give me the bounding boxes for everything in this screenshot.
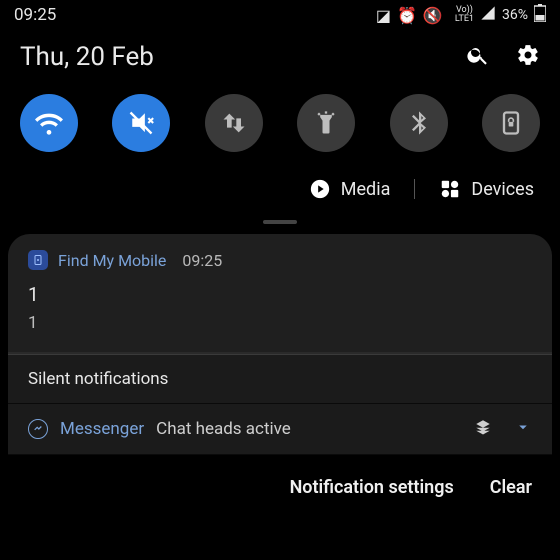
- devices-label: Devices: [471, 179, 534, 200]
- silent-notification-row[interactable]: Messenger Chat heads active: [8, 404, 552, 455]
- qs-wifi[interactable]: [20, 94, 78, 152]
- media-devices-row: Media Devices: [0, 152, 560, 210]
- messenger-icon: [28, 419, 48, 439]
- quick-settings-row: [0, 90, 560, 152]
- qs-portrait-lock[interactable]: [482, 94, 540, 152]
- qs-bluetooth[interactable]: [390, 94, 448, 152]
- card-body: 1 1: [28, 270, 532, 338]
- notification-card[interactable]: Find My Mobile 09:25 1 1: [8, 234, 552, 352]
- qs-mobile-data[interactable]: [205, 94, 263, 152]
- card-time: 09:25: [182, 251, 222, 270]
- card-text: 1: [28, 310, 532, 337]
- status-bar: 09:25 ◪ ⏰ 🔇 Vo))LTE1 36%: [0, 0, 560, 32]
- qs-flashlight[interactable]: [297, 94, 355, 152]
- drag-handle[interactable]: [263, 220, 297, 224]
- update-icon: ◪: [376, 6, 391, 25]
- battery-pct: 36%: [502, 7, 528, 23]
- silent-app-name: Messenger: [60, 419, 144, 439]
- notification-settings-button[interactable]: Notification settings: [290, 477, 454, 498]
- network-label: Vo))LTE1: [455, 6, 474, 24]
- status-time: 09:25: [14, 5, 56, 25]
- media-label: Media: [341, 179, 391, 200]
- devices-button[interactable]: Devices: [439, 178, 534, 200]
- silent-section-header: Silent notifications: [8, 354, 552, 404]
- battery-icon: [534, 4, 546, 26]
- mute-status-icon: 🔇: [423, 6, 443, 25]
- notifications-area: Find My Mobile 09:25 1 1 Silent notifica…: [0, 234, 560, 498]
- gear-icon[interactable]: [516, 43, 540, 71]
- silent-message: Chat heads active: [156, 419, 291, 439]
- qs-sound-mute[interactable]: [112, 94, 170, 152]
- signal-icon: [480, 5, 496, 25]
- alarm-icon: ⏰: [397, 6, 417, 25]
- vertical-divider: [414, 179, 415, 199]
- find-my-mobile-icon: [28, 250, 48, 270]
- card-header: Find My Mobile 09:25: [28, 250, 532, 270]
- date-label: Thu, 20 Feb: [20, 42, 154, 72]
- panel-header: Thu, 20 Feb: [0, 32, 560, 90]
- footer-row: Notification settings Clear: [0, 455, 560, 498]
- chevron-down-icon[interactable]: [514, 418, 532, 440]
- card-title: 1: [28, 280, 532, 310]
- stack-icon[interactable]: [474, 418, 492, 440]
- media-button[interactable]: Media: [309, 178, 391, 200]
- clear-button[interactable]: Clear: [490, 477, 532, 498]
- card-app-name: Find My Mobile: [58, 251, 166, 270]
- search-icon[interactable]: [466, 43, 490, 71]
- status-right: ◪ ⏰ 🔇 Vo))LTE1 36%: [376, 4, 546, 26]
